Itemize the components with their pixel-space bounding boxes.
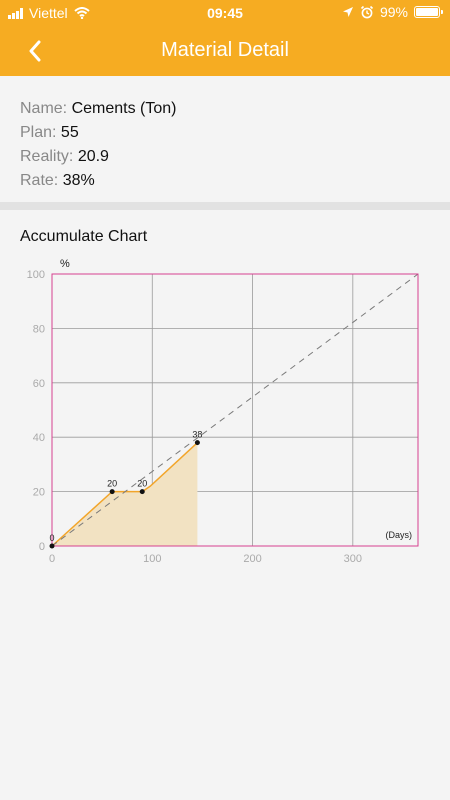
app-header: Viettel 09:45 99% Material Detail	[0, 0, 450, 76]
plan-value: 55	[60, 124, 79, 141]
data-label: 20	[137, 479, 147, 489]
x-axis-label: (Days)	[386, 530, 413, 540]
x-tick-label: 200	[243, 553, 261, 565]
x-tick-label: 300	[344, 553, 362, 565]
location-arrow-icon	[342, 7, 353, 17]
name-value: Cements (Ton)	[71, 100, 177, 117]
plan-label: Plan:	[20, 124, 57, 141]
rate-value: 38%	[62, 172, 95, 189]
x-tick-label: 100	[143, 553, 161, 565]
data-label: 0	[49, 533, 54, 543]
y-tick-label: 80	[33, 323, 45, 335]
rate-label: Rate:	[20, 172, 59, 189]
battery-percent: 99%	[379, 4, 408, 20]
name-row: Name: Cements (Ton)	[20, 100, 177, 118]
accumulate-chart: 0 20 40 60 80 100 0 100 200 300 0 20 20 38% (Days)	[27, 258, 419, 565]
data-label: 38	[192, 430, 202, 440]
y-tick-label: 100	[27, 269, 45, 281]
navigation-bar: Material Detail	[0, 26, 450, 76]
plan-row: Plan: 55	[20, 124, 79, 142]
y-axis-label: %	[60, 258, 70, 270]
y-tick-label: 0	[39, 541, 45, 553]
reality-value: 20.9	[77, 148, 109, 165]
section-divider	[0, 202, 450, 210]
data-point	[139, 489, 145, 495]
material-info: Name: Cements (Ton) Plan: 55 Reality: 20…	[0, 76, 450, 202]
alarm-icon	[360, 5, 374, 19]
status-bar: Viettel 09:45 99%	[0, 0, 450, 26]
x-tick-label: 0	[49, 553, 55, 565]
chart-title: Accumulate Chart	[20, 228, 148, 245]
rate-row: Rate: 38%	[20, 172, 95, 190]
y-tick-label: 20	[33, 487, 45, 499]
y-tick-label: 40	[33, 432, 45, 444]
y-tick-label: 60	[33, 378, 45, 390]
data-label: 20	[107, 479, 117, 489]
data-point	[109, 489, 115, 495]
data-point	[194, 440, 200, 446]
page-title: Material Detail	[161, 39, 289, 61]
reality-label: Reality:	[20, 148, 74, 165]
data-point	[49, 543, 55, 549]
name-label: Name:	[20, 100, 68, 117]
battery-icon	[414, 6, 443, 18]
reality-row: Reality: 20.9	[20, 148, 109, 166]
